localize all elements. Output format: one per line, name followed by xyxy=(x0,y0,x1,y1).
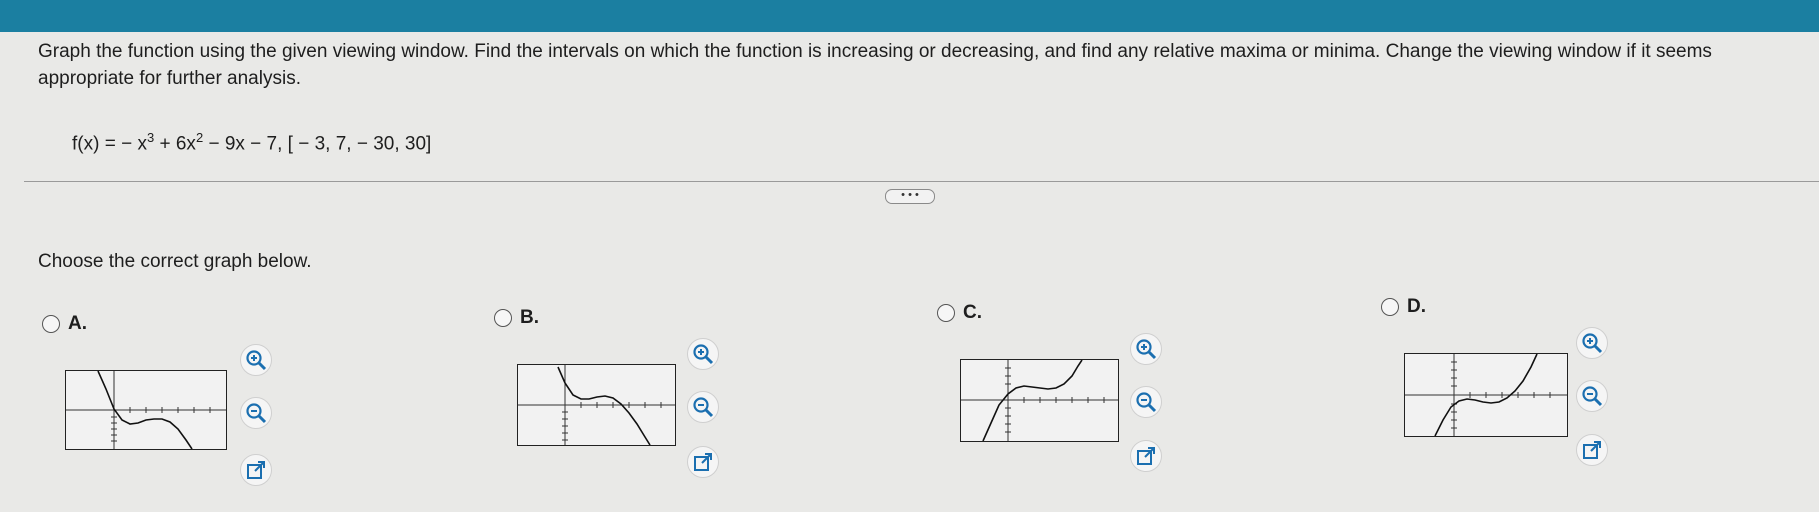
zoom-out-icon[interactable] xyxy=(240,397,272,429)
zoom-in-icon[interactable] xyxy=(687,338,719,370)
section-divider xyxy=(24,181,1819,182)
choice-b-label: B. xyxy=(520,307,539,328)
top-bar xyxy=(0,0,1819,32)
more-button[interactable]: • • • xyxy=(885,189,935,204)
graph-b[interactable] xyxy=(517,364,676,446)
zoom-out-icon[interactable] xyxy=(1576,380,1608,412)
choose-prompt: Choose the correct graph below. xyxy=(38,251,312,272)
zoom-out-icon[interactable] xyxy=(1130,386,1162,418)
question-text: Graph the function using the given viewi… xyxy=(38,41,1712,89)
external-window-icon[interactable] xyxy=(1576,434,1608,466)
external-window-icon[interactable] xyxy=(687,446,719,478)
radio-b[interactable] xyxy=(494,309,512,327)
radio-c[interactable] xyxy=(937,304,955,322)
radio-d[interactable] xyxy=(1381,298,1399,316)
radio-a[interactable] xyxy=(42,315,60,333)
function-formula: f(x) = − x3 + 6x2 − 9x − 7, [ − 3, 7, − … xyxy=(72,130,432,155)
graph-c[interactable] xyxy=(960,359,1119,442)
zoom-in-icon[interactable] xyxy=(240,344,272,376)
external-window-icon[interactable] xyxy=(1130,440,1162,472)
zoom-in-icon[interactable] xyxy=(1576,327,1608,359)
zoom-in-icon[interactable] xyxy=(1130,333,1162,365)
zoom-out-icon[interactable] xyxy=(687,391,719,423)
choice-a-label: A. xyxy=(68,313,87,334)
choice-d-label: D. xyxy=(1407,296,1426,317)
graph-a[interactable] xyxy=(65,370,227,450)
graph-d[interactable] xyxy=(1404,353,1568,437)
external-window-icon[interactable] xyxy=(240,454,272,486)
choice-c-label: C. xyxy=(963,302,982,323)
